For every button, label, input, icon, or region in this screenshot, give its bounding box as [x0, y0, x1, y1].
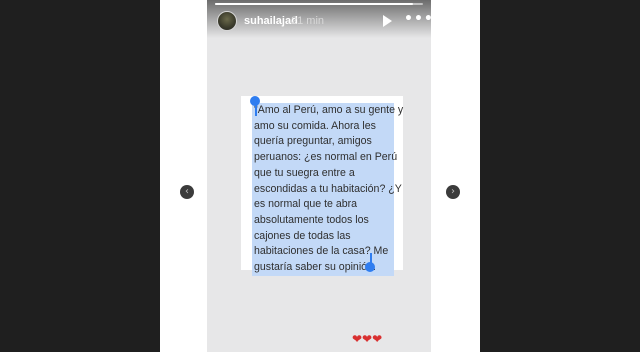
quoted-message: "Amo al Perú, amo a su gente y amo su com…: [252, 103, 404, 276]
quote-line: absolutamente todos los: [254, 213, 369, 226]
quote-line: "Amo al Perú, amo a su gente y: [254, 104, 404, 116]
avatar[interactable]: [217, 11, 237, 31]
selection-handle-start[interactable]: [250, 96, 260, 106]
chevron-right-icon: ›: [451, 186, 455, 197]
story-progress-fill: [215, 3, 413, 5]
next-story-button[interactable]: ›: [446, 185, 460, 199]
story-progress-bar: [215, 3, 423, 5]
left-backdrop: [0, 0, 160, 352]
chevron-left-icon: ‹: [185, 186, 189, 197]
more-options-icon[interactable]: •••: [404, 11, 431, 27]
selection-handle-end[interactable]: [365, 262, 375, 272]
quote-line: amo su comida. Ahora les: [254, 119, 376, 132]
play-icon[interactable]: [383, 15, 392, 27]
quote-line: peruanos: ¿es normal en Perú: [254, 151, 398, 164]
quote-line: que tu suegra entre a: [254, 166, 355, 179]
quote-line: habitaciones de la casa? Me: [254, 245, 389, 258]
quote-line: quería preguntar, amigos: [254, 135, 372, 148]
quote-line: cajones de todas las: [254, 229, 351, 242]
story-timestamp: 21 min: [291, 15, 325, 27]
hearts-sticker: ❤❤❤: [352, 332, 383, 346]
right-backdrop: [480, 0, 640, 352]
previous-story-button[interactable]: ‹: [180, 185, 194, 199]
story-username[interactable]: suhailajad: [244, 15, 298, 27]
quote-line: es normal que te abra: [254, 198, 358, 211]
quote-line: escondidas a tu habitación? ¿Y: [254, 182, 402, 195]
